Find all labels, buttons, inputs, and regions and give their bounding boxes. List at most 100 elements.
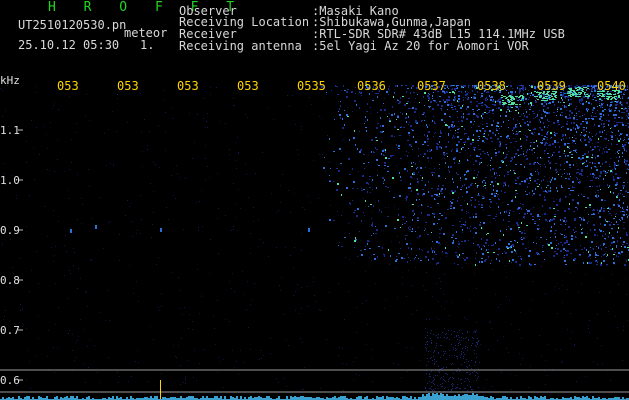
column-speck <box>465 348 466 349</box>
echo-speck <box>549 207 551 209</box>
echo-speck <box>452 126 454 128</box>
column-speck <box>433 377 434 378</box>
echo-speck <box>561 234 563 235</box>
noise-speck <box>119 234 120 235</box>
echo-speck <box>442 185 444 186</box>
echo-speck <box>562 126 564 127</box>
echo-speck <box>575 207 577 208</box>
echo-speck <box>451 85 453 86</box>
echo-cluster <box>586 94 588 95</box>
echo-speck <box>511 262 512 263</box>
echo-speck <box>514 249 515 251</box>
noise-speck <box>536 237 537 238</box>
echo-speck <box>601 199 603 201</box>
echo-speck <box>410 93 411 94</box>
echo-speck <box>349 202 350 204</box>
noise-speck <box>595 192 596 193</box>
noise-speck <box>85 382 86 383</box>
echo-speck <box>499 128 500 129</box>
noise-speck <box>70 273 71 274</box>
echo-speck <box>566 161 568 163</box>
noise-speck <box>233 183 234 184</box>
echo-speck <box>510 105 511 106</box>
column-speck <box>429 376 430 377</box>
echo-speck <box>539 127 541 128</box>
noise-speck <box>446 373 447 374</box>
noise-speck <box>150 183 151 184</box>
echo-speck <box>561 112 563 113</box>
noise-speck <box>532 281 533 282</box>
echo-speck <box>622 122 623 124</box>
echo-speck <box>606 264 608 265</box>
noise-speck <box>529 169 530 170</box>
echo-speck <box>597 146 599 147</box>
echo-speck <box>456 231 457 233</box>
echo-speck <box>581 218 582 220</box>
noise-speck <box>66 251 67 252</box>
echo-speck <box>464 174 465 176</box>
echo-speck <box>337 183 339 185</box>
echo-speck <box>445 188 446 190</box>
column-speck <box>435 388 436 389</box>
echo-speck <box>565 134 566 136</box>
noise-speck <box>67 190 68 191</box>
noise-speck <box>444 219 445 220</box>
noise-speck <box>229 321 230 322</box>
noise-speck <box>598 246 599 247</box>
noise-speck <box>310 202 311 203</box>
echo-speck <box>626 214 627 215</box>
column-speck <box>440 378 441 379</box>
echo-speck <box>406 151 407 152</box>
echo-cluster <box>505 103 507 104</box>
echo-speck <box>403 258 405 259</box>
column-speck <box>461 364 462 365</box>
echo-speck <box>521 232 523 234</box>
echo-speck <box>621 117 623 119</box>
echo-speck <box>598 138 599 140</box>
echo-speck <box>603 148 604 150</box>
echo-speck <box>576 152 577 153</box>
echo-speck <box>472 86 473 88</box>
column-speck <box>434 379 435 380</box>
echo-speck <box>529 97 530 98</box>
noise-speck <box>346 364 347 365</box>
echo-speck <box>595 167 597 168</box>
signal-trace-bar <box>116 396 118 400</box>
echo-speck <box>605 239 606 240</box>
column-speck <box>460 357 461 358</box>
echo-speck <box>509 138 510 139</box>
echo-cluster <box>588 95 590 96</box>
echo-speck <box>444 113 446 115</box>
echo-speck <box>496 108 497 109</box>
noise-speck <box>203 98 204 99</box>
echo-speck <box>506 90 507 91</box>
noise-speck <box>73 248 74 249</box>
echo-speck <box>497 138 499 140</box>
echo-speck <box>610 158 611 159</box>
noise-speck <box>46 134 47 135</box>
noise-speck <box>567 289 568 290</box>
echo-speck <box>465 178 467 180</box>
echo-speck <box>368 183 369 185</box>
echo-speck <box>611 136 613 138</box>
echo-speck <box>609 232 610 234</box>
echo-speck <box>536 98 537 99</box>
echo-speck <box>482 117 483 119</box>
echo-speck <box>444 122 445 123</box>
echo-speck <box>594 97 596 98</box>
echo-speck <box>341 215 342 216</box>
echo-speck <box>485 177 487 178</box>
echo-speck <box>506 111 507 113</box>
echo-speck <box>461 126 463 127</box>
echo-speck <box>415 257 416 258</box>
echo-speck <box>519 123 520 124</box>
echo-speck <box>513 128 514 130</box>
echo-speck <box>394 126 396 128</box>
noise-speck <box>77 219 78 220</box>
noise-speck <box>436 283 437 284</box>
column-speck <box>448 389 449 390</box>
echo-speck <box>457 117 458 118</box>
echo-speck <box>512 130 513 131</box>
noise-speck <box>304 367 305 368</box>
noise-speck <box>78 336 79 337</box>
